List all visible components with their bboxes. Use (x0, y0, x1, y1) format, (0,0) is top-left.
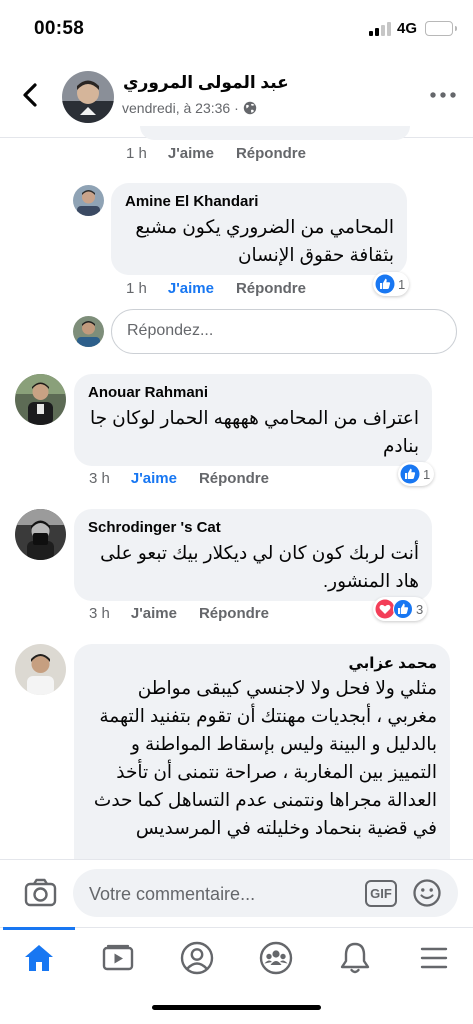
signal-strength-icon (369, 22, 393, 36)
comment-text: مثلي ولا فحل ولا لاجنسي كيبقى مواطن مغرب… (93, 677, 437, 838)
comment-author[interactable]: Anouar Rahmani (88, 384, 419, 401)
comment-actions: 3 h J'aime Répondre (89, 605, 269, 622)
home-indicator (152, 1005, 321, 1010)
active-tab-indicator (3, 927, 75, 930)
like-reaction-icon (393, 599, 413, 619)
reaction-summary[interactable]: 1 (398, 462, 435, 486)
comment-bubble: Schrodinger 's Cat أنت لربك كون كان لي د… (74, 509, 432, 601)
tab-home[interactable] (9, 936, 69, 980)
reply-input[interactable]: Répondez... (111, 309, 457, 354)
comment-author[interactable]: Amine El Khandari (125, 193, 394, 210)
reply-button[interactable]: Répondre (199, 605, 269, 622)
comment-composer: Votre commentaire... GIF (0, 859, 473, 927)
comment-time: 1 h (126, 145, 147, 162)
reaction-count: 3 (416, 601, 424, 617)
comment-bubble: محمد عزابي مثلي ولا فحل ولا لاجنسي كيبقى… (74, 644, 450, 884)
comment-text: المحامي من الضروري يكون مشبع بثقافة حقوق… (135, 216, 394, 265)
comment-actions: 1 h J'aime Répondre (126, 145, 306, 162)
like-button[interactable]: J'aime (131, 605, 177, 622)
gif-icon[interactable]: GIF (365, 880, 397, 907)
commenter-avatar[interactable] (15, 374, 66, 425)
comment-actions: 3 h J'aime Répondre (89, 470, 269, 487)
network-type: 4G (397, 20, 418, 37)
more-options-icon[interactable] (428, 88, 458, 102)
tab-menu[interactable] (404, 936, 464, 980)
profile-icon (180, 941, 214, 975)
post-timestamp: vendredi, à 23:36 · (122, 100, 239, 116)
comment-text: اعتراف من المحامي ههههه الحمار لوكان جا … (89, 407, 419, 456)
status-time: 00:58 (34, 18, 85, 39)
commenter-avatar[interactable] (15, 644, 66, 695)
reply-button[interactable]: Répondre (236, 145, 306, 162)
back-arrow-icon[interactable] (14, 78, 48, 112)
comment-bubble: Anouar Rahmani اعتراف من المحامي ههههه ا… (74, 374, 432, 466)
like-button[interactable]: J'aime (168, 280, 214, 297)
comment-time: 1 h (126, 280, 147, 297)
battery-icon (425, 21, 457, 36)
like-reaction-icon (375, 274, 395, 294)
comment-time: 3 h (89, 470, 110, 487)
groups-icon (259, 941, 293, 975)
reaction-summary[interactable]: 1 (373, 272, 410, 296)
reply-placeholder: Répondez... (127, 322, 214, 339)
tab-groups[interactable] (246, 936, 306, 980)
reply-button[interactable]: Répondre (199, 470, 269, 487)
bell-icon (340, 942, 370, 974)
post-author-name[interactable]: عبد المولى المروري (123, 73, 289, 93)
comment-placeholder: Votre commentaire... (89, 884, 256, 904)
like-button[interactable]: J'aime (168, 145, 214, 162)
commenter-avatar[interactable] (73, 185, 104, 216)
comment-author[interactable]: محمد عزابي (88, 654, 437, 672)
comment-text: أنت لربك كون كان لي ديكلار بيك تبعو على … (100, 542, 419, 591)
post-author-avatar[interactable] (62, 71, 114, 123)
comment-bubble: Amine El Khandari المحامي من الضروري يكو… (111, 183, 407, 275)
reaction-count: 1 (398, 276, 406, 292)
tab-watch[interactable] (88, 936, 148, 980)
comment-actions: 1 h J'aime Répondre (126, 280, 306, 297)
tab-profile[interactable] (167, 936, 227, 980)
tab-notifications[interactable] (325, 936, 385, 980)
post-meta: vendredi, à 23:36 · (122, 100, 257, 116)
reply-button[interactable]: Répondre (236, 280, 306, 297)
menu-icon (420, 947, 448, 969)
emoji-icon[interactable] (412, 878, 442, 908)
current-user-avatar (73, 316, 104, 347)
commenter-avatar[interactable] (15, 509, 66, 560)
reaction-count: 1 (423, 466, 431, 482)
video-icon (102, 944, 134, 971)
status-bar: 00:58 4G (0, 0, 473, 58)
love-reaction-icon (375, 599, 395, 619)
previous-comment-bubble (140, 126, 410, 140)
reaction-summary[interactable]: 3 (373, 597, 428, 621)
comment-input[interactable]: Votre commentaire... GIF (73, 869, 458, 917)
home-icon (25, 945, 53, 971)
globe-icon (243, 101, 256, 115)
like-reaction-icon (400, 464, 420, 484)
comment-time: 3 h (89, 605, 110, 622)
comment-author[interactable]: Schrodinger 's Cat (88, 519, 419, 536)
camera-icon[interactable] (24, 878, 57, 908)
like-button[interactable]: J'aime (131, 470, 177, 487)
